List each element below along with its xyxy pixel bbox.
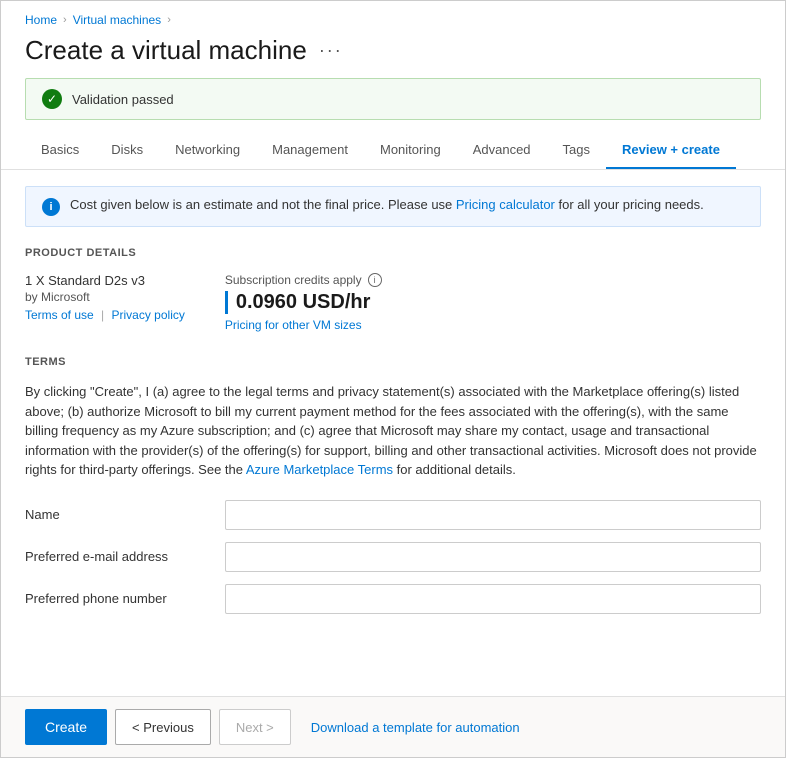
breadcrumb-sep-1: › [63,14,67,26]
name-label: Name [25,507,225,522]
product-section-title: PRODUCT DETAILS [25,247,761,259]
next-button: Next > [219,709,291,745]
product-left: 1 X Standard D2s v3 by Microsoft Terms o… [25,273,185,332]
info-icon: i [42,198,60,216]
product-by: by Microsoft [25,290,185,304]
link-separator: | [101,308,107,322]
email-row: Preferred e-mail address [25,542,761,572]
product-details: 1 X Standard D2s v3 by Microsoft Terms o… [25,273,761,332]
terms-section-title: TERMS [25,356,761,368]
previous-button[interactable]: < Previous [115,709,211,745]
page-wrapper: Home › Virtual machines › Create a virtu… [1,1,785,757]
validation-banner: ✓ Validation passed [25,78,761,120]
page-title: Create a virtual machine [25,35,307,66]
product-links: Terms of use | Privacy policy [25,308,185,322]
main-content: i Cost given below is an estimate and no… [1,170,785,696]
email-input[interactable] [225,542,761,572]
subscription-label: Subscription credits apply i [225,273,761,287]
name-row: Name [25,500,761,530]
breadcrumb: Home › Virtual machines › [1,1,785,31]
phone-row: Preferred phone number [25,584,761,614]
footer: Create < Previous Next > Download a temp… [1,696,785,757]
tab-disks[interactable]: Disks [95,132,159,169]
breadcrumb-home[interactable]: Home [25,13,57,27]
validation-text: Validation passed [72,92,174,107]
other-vm-sizes-link[interactable]: Pricing for other VM sizes [225,318,362,332]
tab-tags[interactable]: Tags [547,132,606,169]
tab-management[interactable]: Management [256,132,364,169]
product-name: 1 X Standard D2s v3 [25,273,185,288]
tab-monitoring[interactable]: Monitoring [364,132,457,169]
tabs: Basics Disks Networking Management Monit… [1,132,785,170]
phone-label: Preferred phone number [25,591,225,606]
phone-input[interactable] [225,584,761,614]
breadcrumb-sep-2: › [167,14,171,26]
info-text: Cost given below is an estimate and not … [70,197,704,212]
email-label: Preferred e-mail address [25,549,225,564]
info-banner: i Cost given below is an estimate and no… [25,186,761,227]
subscription-info-icon[interactable]: i [368,273,382,287]
terms-of-use-link[interactable]: Terms of use [25,308,94,322]
privacy-policy-link[interactable]: Privacy policy [112,308,185,322]
download-template-link[interactable]: Download a template for automation [311,720,520,735]
product-right: Subscription credits apply i 0.0960 USD/… [225,273,761,332]
pricing-link-row: Pricing for other VM sizes [225,318,761,332]
azure-marketplace-terms-link[interactable]: Azure Marketplace Terms [246,462,393,477]
product-price: 0.0960 USD/hr [225,291,761,314]
tab-review-create[interactable]: Review + create [606,132,736,169]
page-menu-button[interactable]: ··· [319,40,343,61]
terms-text: By clicking "Create", I (a) agree to the… [25,382,761,480]
tab-advanced[interactable]: Advanced [457,132,547,169]
terms-section: TERMS By clicking "Create", I (a) agree … [25,356,761,480]
breadcrumb-vms[interactable]: Virtual machines [73,13,162,27]
pricing-calculator-link[interactable]: Pricing calculator [456,197,555,212]
tab-networking[interactable]: Networking [159,132,256,169]
name-input[interactable] [225,500,761,530]
tab-basics[interactable]: Basics [25,132,95,169]
create-button[interactable]: Create [25,709,107,745]
validation-icon: ✓ [42,89,62,109]
page-title-row: Create a virtual machine ··· [1,31,785,78]
